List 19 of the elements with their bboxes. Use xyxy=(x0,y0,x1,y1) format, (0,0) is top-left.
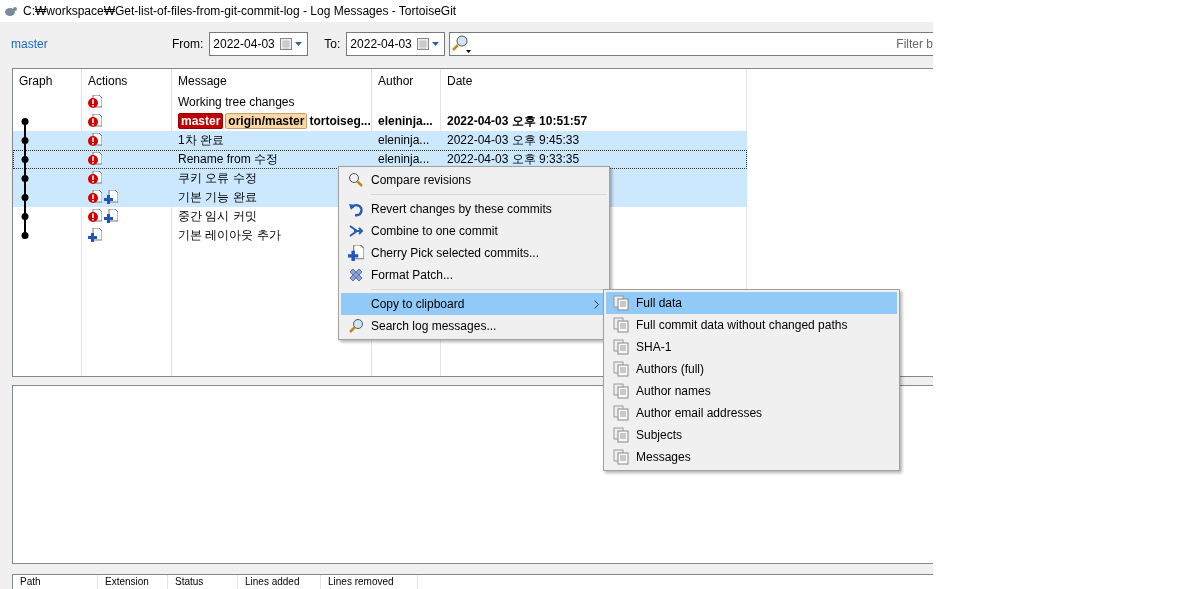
commit-message: Rename from 수정 xyxy=(178,150,279,168)
commit-message: 기본 기능 완료 xyxy=(178,188,257,206)
commit-message: tortoiseg... xyxy=(309,114,371,129)
commit-message: Working tree changes xyxy=(178,95,295,110)
commit-message: 중간 임시 커밋 xyxy=(178,207,257,225)
from-label: From: xyxy=(172,36,204,51)
to-label: To: xyxy=(324,36,341,51)
author-text: eleninja... xyxy=(378,114,433,129)
date-text: 2022-04-03 오후 9:33:35 xyxy=(447,150,580,168)
author-text: eleninja... xyxy=(378,152,430,167)
commit-message: 기본 레이아웃 추가 xyxy=(178,226,281,244)
date-text: 2022-04-03 오후 9:45:33 xyxy=(447,131,580,149)
author-text: eleninja... xyxy=(378,133,430,148)
commit-message: 1차 완료 xyxy=(178,131,224,149)
window-title: C:₩workspace₩Get-list-of-files-from-git-commit-log - Log Messages - TortoiseGit xyxy=(23,3,457,18)
branch-tag: origin/master xyxy=(225,113,308,130)
commit-message: 쿠키 오류 수정 xyxy=(178,169,257,187)
date-text: 2022-04-03 오후 10:51:57 xyxy=(447,112,588,130)
branch-tag: master xyxy=(178,113,224,130)
